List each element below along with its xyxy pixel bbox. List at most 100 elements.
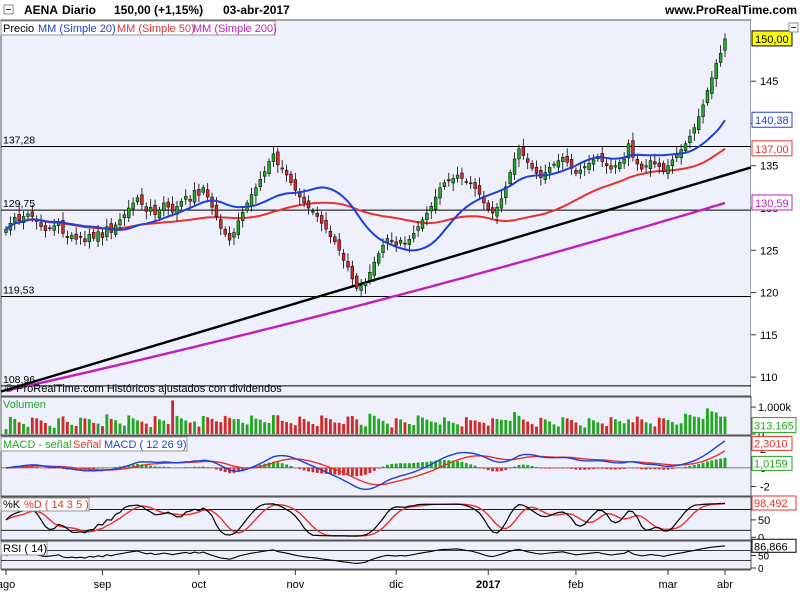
candle-body bbox=[583, 166, 587, 169]
header-site: www.ProRealTime.com bbox=[664, 3, 797, 17]
macd-histogram-bar bbox=[491, 467, 495, 472]
volume-bar bbox=[241, 422, 245, 434]
candle-body bbox=[705, 90, 710, 104]
volume-bar bbox=[114, 420, 118, 434]
macd-histogram-bar bbox=[714, 459, 718, 468]
candle-body bbox=[214, 204, 219, 217]
volume-bar bbox=[697, 417, 701, 434]
macd-histogram-bar bbox=[548, 467, 552, 469]
candle-body bbox=[486, 202, 490, 210]
candle-body bbox=[236, 220, 241, 235]
volume-bar bbox=[570, 420, 573, 434]
macd-histogram-bar bbox=[508, 467, 512, 469]
macd-histogram-bar bbox=[679, 467, 683, 469]
candle-body bbox=[372, 261, 376, 276]
candle-body bbox=[201, 187, 205, 193]
candle-body bbox=[587, 162, 591, 170]
macd-histogram-bar bbox=[526, 465, 530, 468]
candle-body bbox=[574, 170, 578, 174]
volume-bar bbox=[153, 416, 157, 434]
price-y-tick-label: 145 bbox=[760, 76, 778, 88]
candle-body bbox=[635, 159, 639, 165]
volume-bar bbox=[122, 425, 126, 434]
candle-body bbox=[232, 232, 236, 238]
candle-body bbox=[328, 230, 333, 237]
candle-body bbox=[162, 202, 166, 211]
candle-body bbox=[565, 156, 569, 163]
rsi-last-tag-label: 86,866 bbox=[754, 541, 788, 553]
volume-bar bbox=[35, 418, 39, 434]
candle-body bbox=[547, 167, 552, 173]
candle-body bbox=[153, 204, 157, 216]
volume-bar bbox=[372, 415, 376, 434]
header-collapse-icon[interactable] bbox=[3, 4, 14, 15]
volume-bar bbox=[131, 418, 135, 434]
candle-body bbox=[43, 225, 48, 232]
volume-bar bbox=[228, 417, 232, 434]
volume-bar bbox=[688, 414, 692, 434]
macd-histogram-bar bbox=[179, 467, 183, 468]
legend-ma20: MM (Simple 20) bbox=[38, 23, 116, 35]
candle-body bbox=[135, 197, 140, 203]
macd-histogram-bar bbox=[556, 467, 560, 469]
volume-bar bbox=[285, 422, 289, 434]
macd-histogram-bar bbox=[175, 467, 179, 469]
macd-histogram-bar bbox=[158, 466, 161, 468]
price-y-tick-label: 115 bbox=[760, 330, 778, 342]
volume-bar bbox=[92, 422, 96, 434]
volume-bar bbox=[600, 423, 604, 434]
volume-bar bbox=[293, 425, 297, 434]
macd-histogram-bar bbox=[289, 466, 293, 468]
header-period: Diario bbox=[62, 3, 96, 17]
price-panel bbox=[0, 19, 752, 397]
macd-histogram-bar bbox=[114, 467, 118, 468]
macd-histogram-bar bbox=[521, 464, 525, 468]
candle-body bbox=[508, 172, 512, 185]
volume-bar bbox=[105, 414, 109, 434]
candle-body bbox=[618, 162, 622, 170]
macd-histogram-bar bbox=[109, 467, 113, 469]
volume-bar bbox=[714, 412, 718, 434]
candle-body bbox=[100, 232, 105, 238]
macd-histogram-bar bbox=[153, 466, 157, 468]
volume-bar bbox=[39, 420, 43, 434]
macd-histogram-bar bbox=[394, 463, 398, 468]
price-y-tick-label: 120 bbox=[760, 288, 778, 300]
candle-body bbox=[381, 244, 385, 253]
macd-histogram-bar bbox=[613, 467, 617, 470]
macd-histogram-bar bbox=[311, 467, 315, 473]
candle-body bbox=[692, 127, 696, 134]
candle-body bbox=[337, 239, 341, 251]
candle-body bbox=[227, 232, 232, 241]
volume-bar bbox=[640, 419, 644, 434]
candle-body bbox=[280, 167, 284, 170]
volume-bar bbox=[307, 421, 310, 434]
volume-bar bbox=[17, 422, 21, 434]
price-last-tag-label: 140,38 bbox=[755, 115, 789, 127]
price-last-tag-label: 150,00 bbox=[755, 34, 789, 46]
candle-body bbox=[376, 253, 381, 264]
volume-bar bbox=[460, 426, 464, 434]
macd-histogram-bar bbox=[574, 467, 578, 470]
macd-histogram-bar bbox=[644, 467, 648, 470]
macd-histogram-bar bbox=[44, 467, 47, 469]
macd-histogram-bar bbox=[688, 465, 692, 468]
volume-bar bbox=[399, 419, 402, 434]
rsi-y-tick-label: 0 bbox=[758, 564, 764, 575]
candle-body bbox=[534, 166, 539, 174]
macd-histogram-bar bbox=[285, 464, 289, 468]
volume-bar bbox=[52, 427, 56, 434]
volume-bar bbox=[613, 419, 617, 434]
candle-body bbox=[552, 163, 556, 166]
macd-histogram-bar bbox=[293, 467, 297, 469]
volume-bar bbox=[469, 420, 473, 434]
candle-body bbox=[302, 196, 306, 204]
candle-body bbox=[78, 235, 83, 238]
price-expand-icon[interactable] bbox=[788, 22, 799, 33]
volume-bar bbox=[175, 415, 179, 434]
volume-bar bbox=[258, 419, 262, 434]
legend-ma50: MM (Simple 50) bbox=[117, 23, 195, 35]
candle-body bbox=[521, 146, 526, 156]
volume-bar bbox=[447, 421, 451, 434]
volume-bar bbox=[381, 420, 385, 434]
